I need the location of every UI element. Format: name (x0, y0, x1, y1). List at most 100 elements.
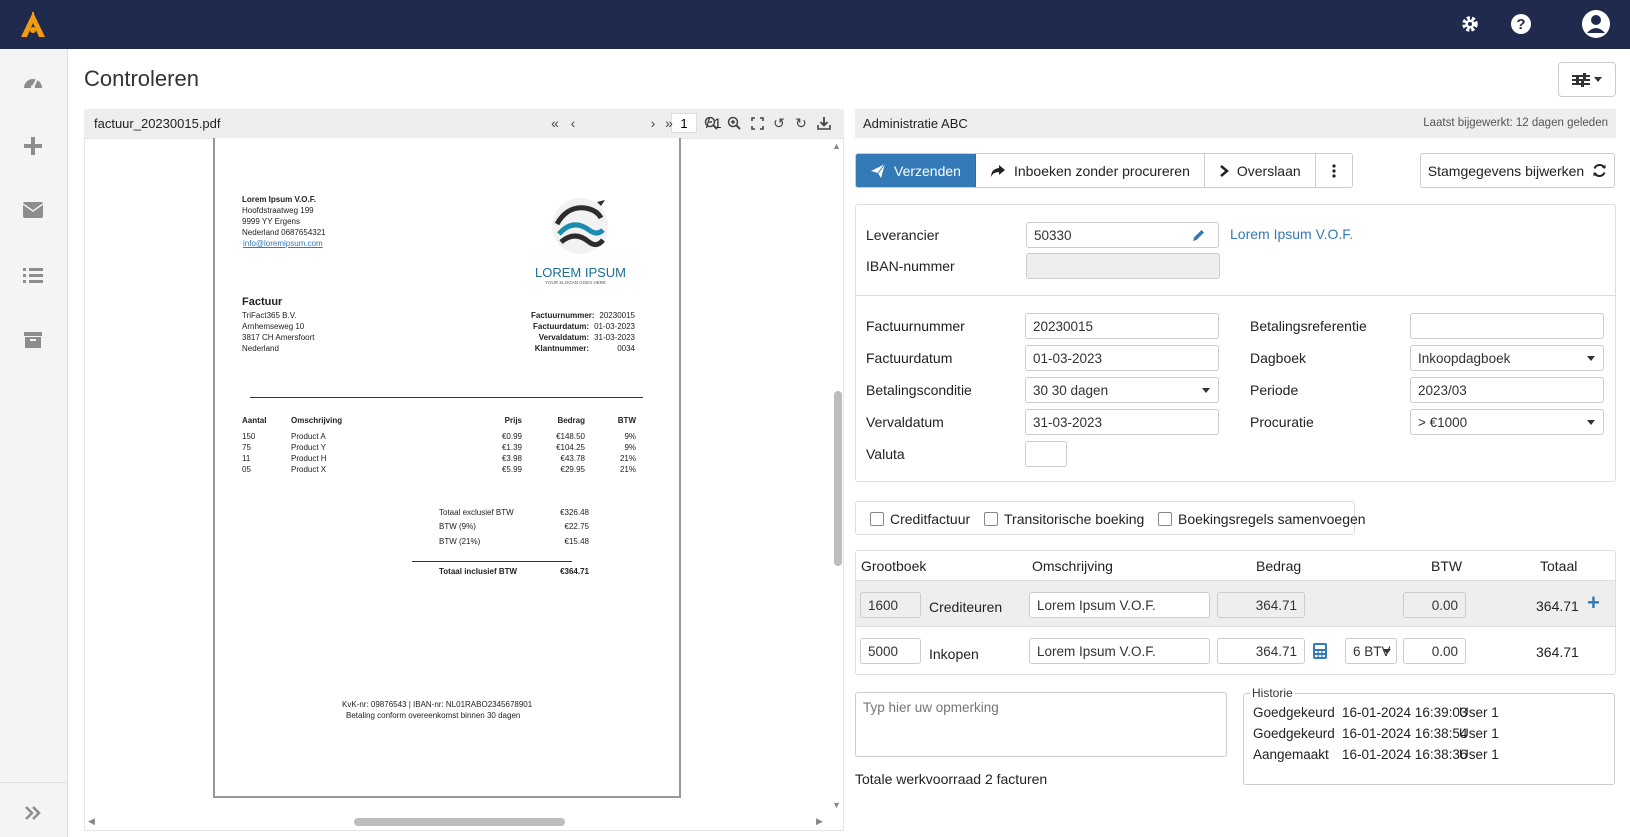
prev-page-icon[interactable]: ‹ (564, 114, 582, 132)
row-vat-input[interactable]: 0.00 (1403, 638, 1466, 664)
col-header-description: Omschrijving (1032, 558, 1113, 574)
company-logo-icon (552, 198, 608, 254)
transitory-booking-checkbox[interactable]: Transitorische boeking (984, 511, 1144, 527)
expand-sidebar-icon[interactable] (20, 800, 46, 826)
book-without-procuration-button[interactable]: Inboeken zonder procureren (975, 154, 1205, 187)
scroll-up-arrow[interactable]: ▲ (832, 141, 841, 151)
transitory-booking-label: Transitorische boeking (1004, 511, 1145, 527)
line-prijs: €0.99 (501, 432, 522, 441)
supplier-label: Leverancier (866, 227, 940, 243)
scroll-left-arrow[interactable]: ◀ (88, 816, 95, 827)
history-time: 16-01-2024 16:39:03 (1342, 705, 1468, 720)
col-header-account: Grootboek (861, 558, 927, 574)
more-options-button[interactable] (1315, 154, 1352, 187)
checkbox-box[interactable] (870, 512, 884, 526)
credit-invoice-checkbox[interactable]: Creditfactuur (870, 511, 970, 527)
help-icon[interactable]: ? (1507, 10, 1535, 38)
meta-label: Klantnummer: (534, 344, 589, 353)
row-description-input[interactable]: Lorem Ipsum V.O.F. (1029, 592, 1210, 618)
line-prijs: €3.98 (501, 454, 522, 463)
skip-button[interactable]: Overslaan (1204, 154, 1316, 187)
horizontal-scrollbar[interactable] (354, 818, 565, 826)
row-account-name: Crediteuren (929, 599, 1003, 615)
recipient-city: 3817 CH Amersfoort (242, 333, 315, 342)
procuration-select[interactable]: > €1000 (1410, 409, 1604, 435)
last-page-icon[interactable]: » (660, 114, 678, 132)
row-description-input[interactable]: Lorem Ipsum V.O.F. (1029, 638, 1210, 664)
add-plus-icon[interactable] (20, 133, 46, 159)
due-date-input[interactable]: 31-03-2023 (1025, 409, 1219, 435)
col-btw: BTW (617, 416, 636, 425)
edit-supplier-button[interactable] (1179, 222, 1219, 248)
update-master-data-button[interactable]: Stamgegevens bijwerken (1420, 153, 1615, 188)
rotate-left-icon[interactable]: ↺ (770, 114, 788, 132)
journal-label: Dagboek (1250, 350, 1307, 366)
app-logo-icon[interactable] (18, 10, 48, 40)
download-icon[interactable] (815, 114, 833, 132)
remark-textarea[interactable] (855, 692, 1227, 757)
line-bedrag: €29.95 (560, 465, 585, 474)
vertical-dots-icon (1332, 163, 1336, 178)
settings-gear-icon[interactable] (1456, 10, 1484, 38)
history-user: User 1 (1459, 705, 1499, 720)
add-row-plus-icon[interactable]: + (1587, 590, 1600, 616)
supplier-code-input[interactable]: 50330 (1026, 222, 1180, 248)
fullscreen-icon[interactable] (748, 114, 766, 132)
checkbox-box[interactable] (1158, 512, 1172, 526)
caret-down-icon (1587, 356, 1595, 361)
invoice-footer-terms: Betaling conform overeenkomst binnen 30 … (346, 711, 521, 720)
history-user: User 1 (1459, 726, 1499, 741)
meta-value: 0034 (617, 344, 635, 353)
dashboard-gauge-icon[interactable] (20, 69, 46, 95)
list-icon[interactable] (20, 262, 46, 288)
journal-select[interactable]: Inkoopdagboek (1410, 345, 1604, 371)
col-header-total: Totaal (1540, 558, 1578, 574)
currency-input[interactable] (1025, 441, 1067, 467)
user-avatar-icon[interactable] (1580, 8, 1612, 40)
refresh-icon (1593, 164, 1606, 177)
invoice-footer-kvk: KvK-nr: 09876543 | IBAN-nr: NL01RABO2345… (342, 700, 533, 709)
payment-reference-input[interactable] (1410, 313, 1604, 339)
envelope-icon[interactable] (20, 197, 46, 223)
recipient-country: Nederland (242, 344, 279, 353)
period-input[interactable]: 2023/03 (1410, 377, 1604, 403)
booking-options: Creditfactuur Transitorische boeking Boe… (855, 501, 1366, 535)
zoom-in-icon[interactable] (725, 114, 743, 132)
administration-name: Administratie ABC (863, 116, 968, 131)
send-button[interactable]: Verzenden (856, 154, 976, 187)
due-date-label: Vervaldatum (866, 414, 944, 430)
skip-button-label: Overslaan (1236, 162, 1301, 179)
line-omschrijving: Product H (291, 454, 327, 463)
view-settings-button[interactable] (1558, 62, 1616, 97)
scroll-right-arrow[interactable]: ▶ (816, 816, 823, 827)
rotate-right-icon[interactable]: ↻ (792, 114, 810, 132)
logo-text: LOREM IPSUM (535, 265, 627, 280)
total-label: BTW (21%) (439, 537, 481, 546)
row-account-input[interactable]: 5000 (860, 638, 921, 664)
total-label: BTW (9%) (439, 522, 476, 531)
row-amount-input[interactable]: 364.71 (1217, 638, 1305, 664)
invoice-details-panel (855, 204, 1616, 482)
vertical-scrollbar[interactable] (834, 391, 842, 566)
invoice-date-input[interactable]: 01-03-2023 (1025, 345, 1219, 371)
scroll-down-arrow[interactable]: ▼ (832, 800, 841, 810)
payment-terms-select[interactable]: 30 30 dagen (1025, 377, 1219, 403)
payment-terms-value: 30 30 dagen (1033, 383, 1109, 398)
page-title: Controleren (84, 66, 199, 91)
first-page-icon[interactable]: « (546, 114, 564, 132)
checkbox-box[interactable] (984, 512, 998, 526)
chevron-right-icon (1220, 164, 1229, 177)
calculator-icon[interactable] (1312, 642, 1328, 663)
zoom-out-icon[interactable] (702, 114, 720, 132)
merge-lines-checkbox[interactable]: Boekingsregels samenvoegen (1158, 511, 1366, 527)
col-prijs: Prijs (504, 416, 522, 425)
invoice-number-input[interactable]: 20230015 (1025, 313, 1219, 339)
last-updated: Laatst bijgewerkt: 12 dagen geleden (1423, 117, 1608, 129)
row-vat-code-select[interactable]: 6 BTV (1345, 638, 1397, 664)
recipient-street: Arnhemseweg 10 (242, 322, 305, 331)
meta-label: Vervaldatum: (538, 333, 589, 342)
pdf-toolbar: factuur_20230015.pdf « ‹ / 1 › » ↺ ↻ (84, 109, 844, 138)
archive-box-icon[interactable] (20, 327, 46, 353)
col-omschrijving: Omschrijving (291, 416, 343, 425)
supplier-name-link[interactable]: Lorem Ipsum V.O.F. (1230, 226, 1353, 242)
